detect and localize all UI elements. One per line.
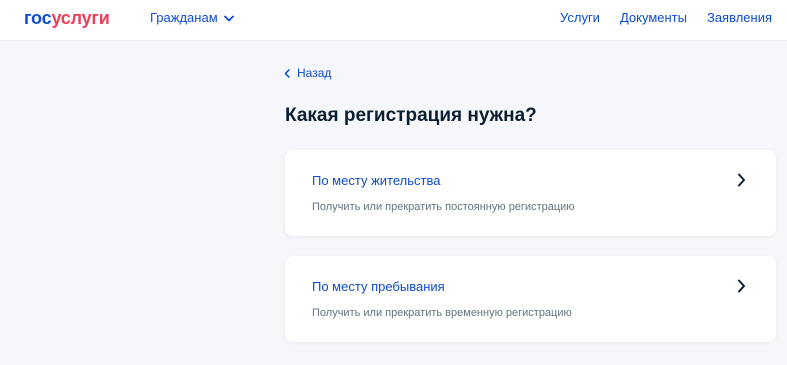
logo-part-gos: гос	[24, 8, 52, 28]
chevron-left-icon	[284, 68, 290, 78]
chevron-right-icon	[737, 173, 746, 187]
option-card-title: По месту пребывания	[312, 279, 445, 294]
chevron-down-icon	[223, 15, 234, 21]
nav-link-services[interactable]: Услуги	[560, 10, 600, 26]
option-card-description: Получить или прекратить временную регист…	[312, 307, 572, 319]
top-header: госуслуги Гражданам Услуги Документы Зая…	[0, 0, 787, 40]
nav-link-applications[interactable]: Заявления	[707, 10, 772, 26]
page-title: Какая регистрация нужна?	[285, 105, 537, 126]
option-card-title: По месту жительства	[312, 173, 441, 188]
option-card-description: Получить или прекратить постоянную регис…	[312, 201, 575, 213]
back-label: Назад	[297, 66, 332, 80]
top-navigation: Услуги Документы Заявления	[560, 10, 772, 26]
option-card-temporary-registration[interactable]: По месту пребывания Получить или прекрат…	[285, 256, 776, 342]
nav-link-documents[interactable]: Документы	[620, 10, 687, 26]
audience-selector[interactable]: Гражданам	[150, 10, 234, 26]
gosuslugi-logo[interactable]: госуслуги	[24, 8, 110, 28]
back-link[interactable]: Назад	[284, 66, 331, 80]
chevron-right-icon	[737, 279, 746, 293]
logo-part-uslugi: услуги	[51, 8, 110, 28]
option-card-permanent-registration[interactable]: По месту жительства Получить или прекрат…	[285, 150, 776, 236]
audience-label: Гражданам	[150, 10, 218, 25]
